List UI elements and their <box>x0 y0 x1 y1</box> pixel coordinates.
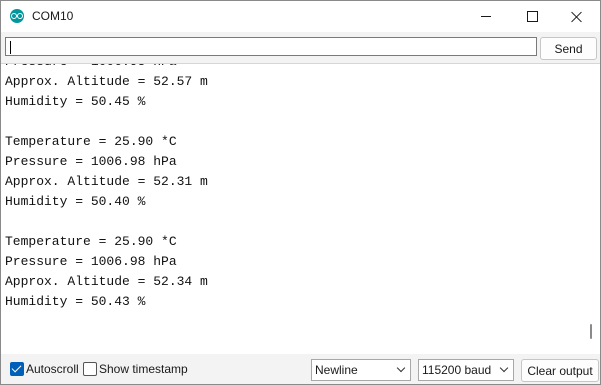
log-line: Approx. Altitude = 52.34 m <box>5 274 208 289</box>
log-line: Approx. Altitude = 52.57 m <box>5 74 208 89</box>
send-button[interactable]: Send <box>540 37 597 60</box>
line-ending-select[interactable]: Newline <box>311 359 411 381</box>
close-icon <box>571 11 583 23</box>
log-line: Temperature = 25.90 *C <box>5 134 177 149</box>
baud-rate-value: 115200 baud <box>422 363 492 377</box>
minimize-icon <box>481 16 491 17</box>
maximize-icon <box>526 11 538 22</box>
send-input[interactable] <box>5 37 537 56</box>
chevron-down-icon <box>396 363 406 373</box>
chevron-down-icon <box>499 363 509 373</box>
baud-rate-select[interactable]: 115200 baud <box>418 359 514 381</box>
autoscroll-label[interactable]: Autoscroll <box>26 362 79 376</box>
arduino-icon <box>10 9 24 23</box>
serial-monitor-window: COM10 Send Pressure = 1006.95 hPa Approx.… <box>0 0 601 385</box>
log-line: Humidity = 50.40 % <box>5 194 146 209</box>
log-line: Temperature = 25.90 *C <box>5 234 177 249</box>
show-timestamp-checkbox[interactable] <box>83 362 97 376</box>
scrollbar-thumb[interactable] <box>590 324 592 339</box>
log-line: Pressure = 1006.95 hPa <box>5 64 208 72</box>
title-bar: COM10 <box>1 1 600 32</box>
log-line: Humidity = 50.45 % <box>5 94 146 109</box>
send-row: Send <box>1 32 600 63</box>
log-line: Humidity = 50.43 % <box>5 294 146 309</box>
minimize-button[interactable] <box>463 1 509 32</box>
autoscroll-checkbox[interactable] <box>10 362 24 376</box>
clear-output-button[interactable]: Clear output <box>521 359 599 382</box>
show-timestamp-label[interactable]: Show timestamp <box>99 362 188 376</box>
output-log: Pressure = 1006.95 hPa Approx. Altitude =… <box>5 64 208 312</box>
window-title: COM10 <box>32 9 74 23</box>
line-ending-value: Newline <box>315 363 358 377</box>
maximize-button[interactable] <box>509 1 555 32</box>
serial-output[interactable]: Pressure = 1006.95 hPa Approx. Altitude =… <box>1 63 600 355</box>
text-caret <box>10 41 11 54</box>
log-line: Approx. Altitude = 52.31 m <box>5 174 208 189</box>
log-line: Pressure = 1006.98 hPa <box>5 254 177 269</box>
bottom-toolbar: Autoscroll Show timestamp Newline 115200… <box>1 354 600 384</box>
log-line: Pressure = 1006.98 hPa <box>5 154 177 169</box>
close-button[interactable] <box>554 1 600 32</box>
